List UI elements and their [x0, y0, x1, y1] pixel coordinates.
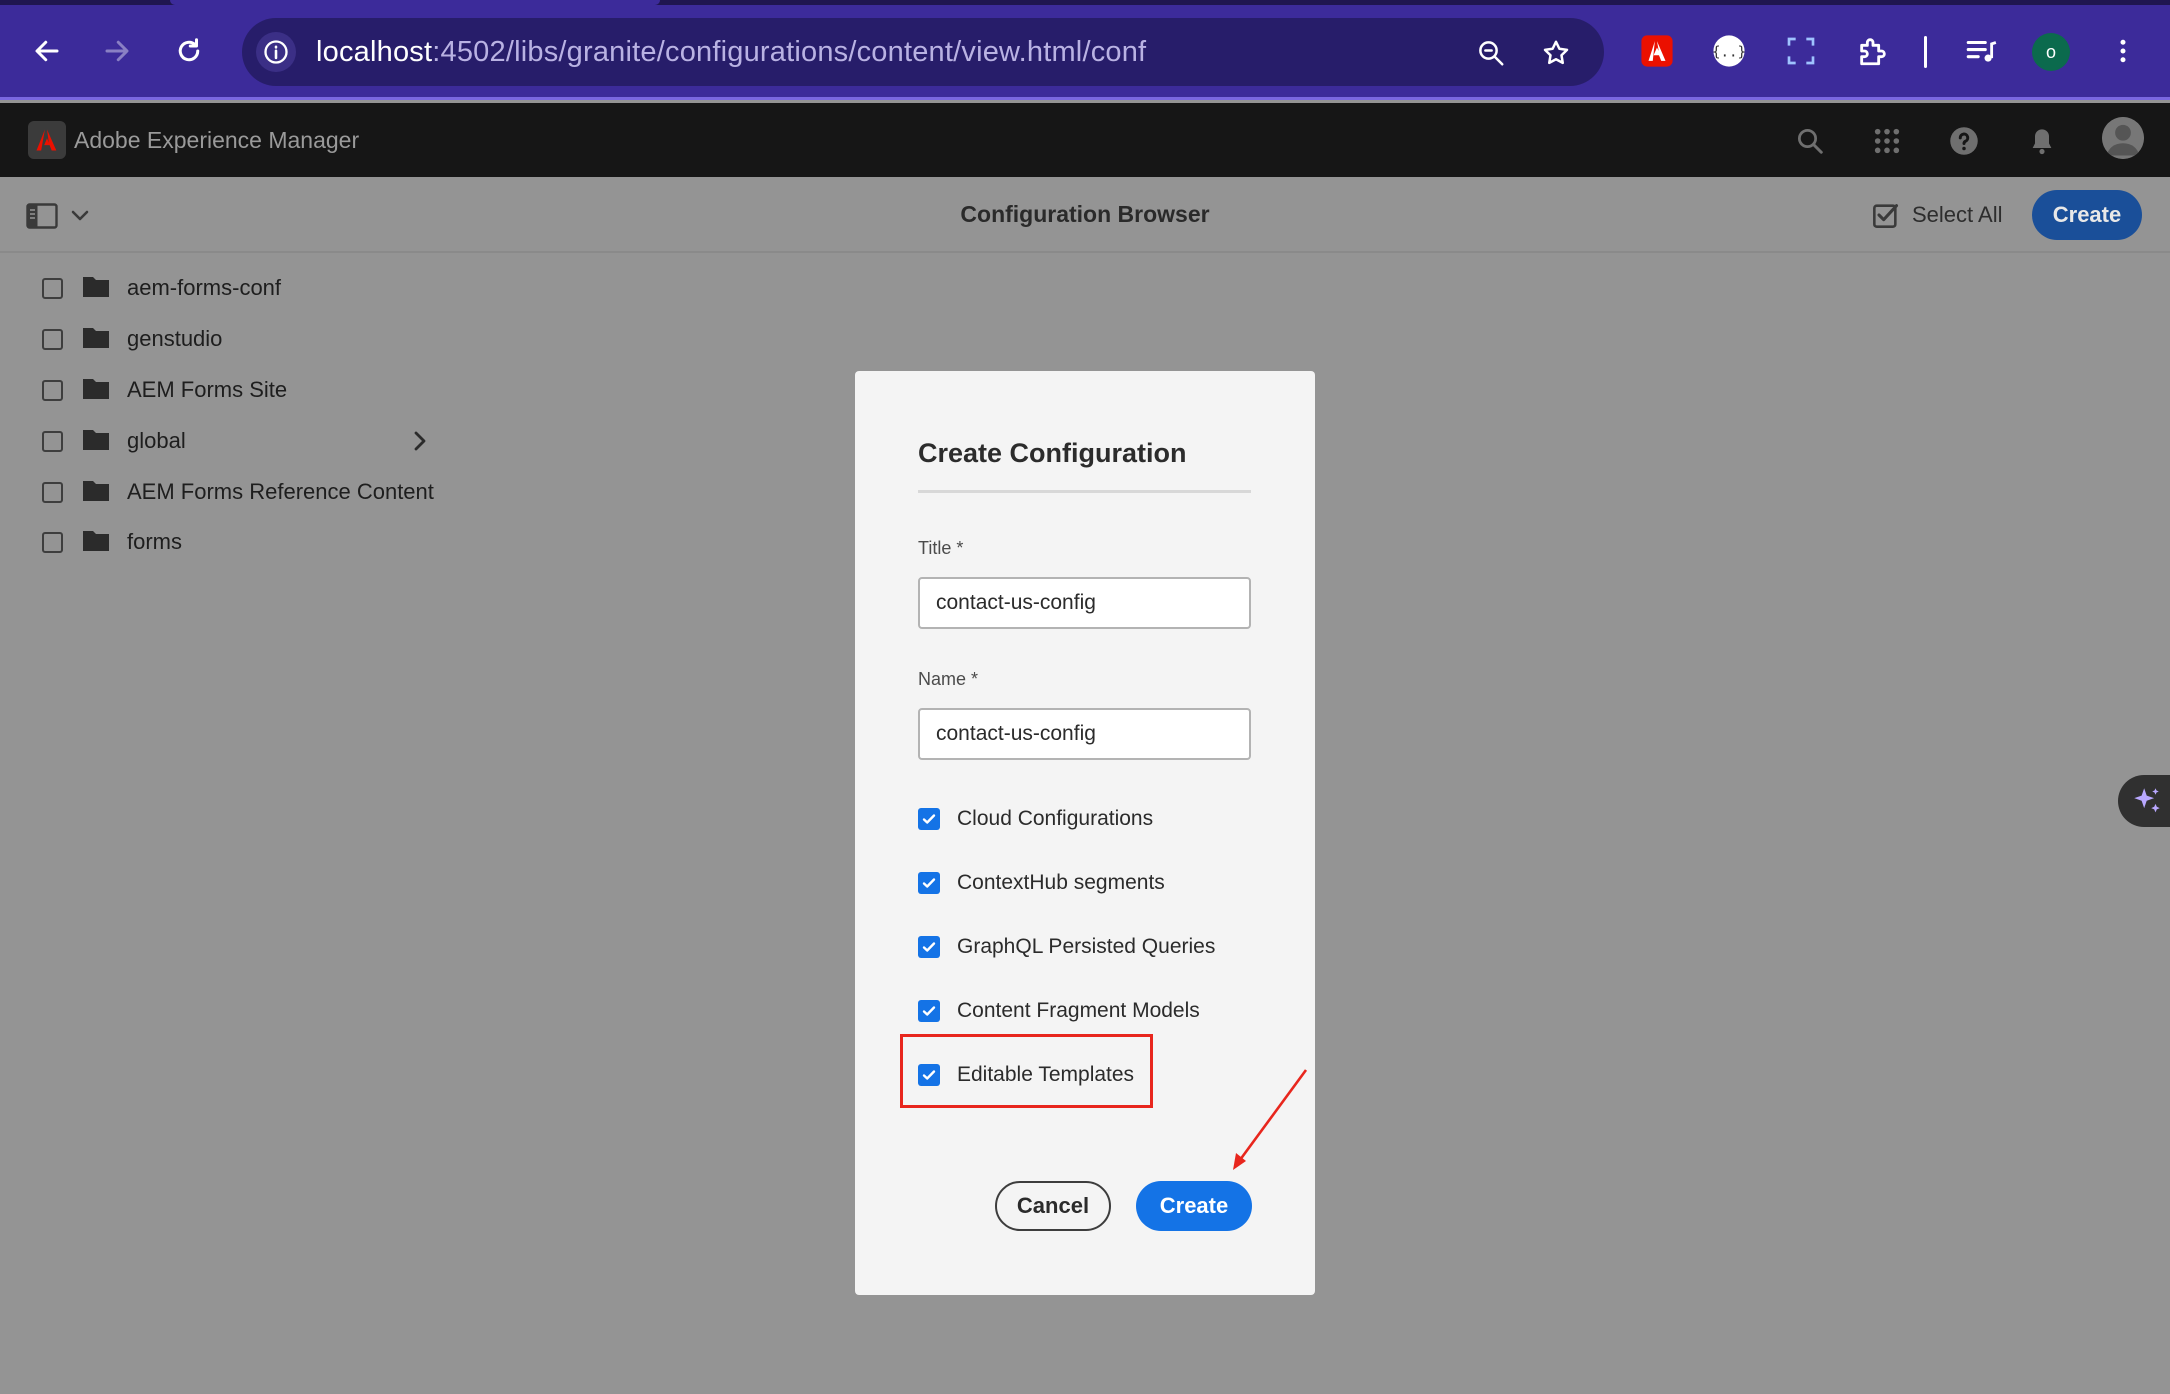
active-tab-edge[interactable]: [170, 0, 660, 5]
select-all-button[interactable]: Select All: [1872, 201, 2003, 229]
name-input[interactable]: [918, 708, 1251, 760]
forward-icon[interactable]: [92, 26, 142, 76]
list-item[interactable]: AEM Forms Reference Content: [0, 467, 460, 517]
list-item-label[interactable]: aem-forms-conf: [127, 275, 281, 301]
checkmark-icon: [922, 814, 936, 824]
help-icon[interactable]: [1944, 121, 1984, 161]
folder-icon: [83, 430, 109, 450]
folder-icon: [83, 531, 109, 551]
svg-text:{..}: {..}: [1712, 45, 1746, 61]
toolbar-create-button[interactable]: Create: [2032, 190, 2142, 240]
adobe-extension-icon[interactable]: [1636, 30, 1678, 72]
list-item-label[interactable]: AEM Forms Site: [127, 377, 287, 403]
reload-icon[interactable]: [164, 26, 214, 76]
annotation-highlight-box: [900, 1034, 1153, 1108]
option-checkbox[interactable]: ContextHub segments: [918, 863, 1165, 903]
ai-assistant-tab[interactable]: [2118, 775, 2170, 827]
search-icon[interactable]: [1790, 121, 1830, 161]
checkbox-checked[interactable]: [918, 1000, 940, 1022]
list-item[interactable]: AEM Forms Site: [0, 365, 460, 415]
info-icon[interactable]: [256, 32, 296, 72]
back-icon[interactable]: [22, 26, 72, 76]
toolbar-separator: [1924, 36, 1927, 68]
page-title: Configuration Browser: [960, 201, 1210, 227]
browser-toolbar: localhost:4502/libs/granite/configuratio…: [0, 0, 2170, 100]
profile-avatar[interactable]: o: [2032, 33, 2070, 71]
option-label[interactable]: ContextHub segments: [957, 871, 1165, 895]
list-item-label[interactable]: forms: [127, 529, 182, 555]
option-label[interactable]: GraphQL Persisted Queries: [957, 935, 1215, 959]
list-item-label[interactable]: genstudio: [127, 326, 222, 352]
row-checkbox[interactable]: [42, 278, 63, 299]
title-input[interactable]: [918, 577, 1251, 629]
create-button[interactable]: Create: [1136, 1181, 1252, 1231]
row-checkbox[interactable]: [42, 431, 63, 452]
row-checkbox[interactable]: [42, 380, 63, 401]
select-all-label: Select All: [1912, 202, 2003, 227]
list-item-label[interactable]: global: [127, 428, 186, 454]
star-icon[interactable]: [1535, 32, 1577, 74]
kebab-menu-icon[interactable]: [2102, 30, 2144, 72]
adobe-logo-icon[interactable]: [28, 121, 66, 159]
zoom-icon[interactable]: [1470, 32, 1512, 74]
sparkle-icon: [2134, 788, 2160, 813]
list-item-label[interactable]: AEM Forms Reference Content: [127, 479, 434, 505]
json-extension-icon[interactable]: {..}: [1708, 30, 1750, 72]
list-item[interactable]: global: [0, 416, 460, 466]
folder-icon: [83, 481, 109, 501]
checkmark-icon: [922, 1006, 936, 1016]
option-checkbox[interactable]: GraphQL Persisted Queries: [918, 927, 1215, 967]
product-title: Adobe Experience Manager: [74, 127, 360, 153]
folder-icon: [83, 277, 109, 297]
row-checkbox[interactable]: [42, 482, 63, 503]
checkbox-checked[interactable]: [918, 872, 940, 894]
checkmark-icon: [922, 878, 936, 888]
aem-global-header: Adobe Experience Manager: [0, 103, 2170, 177]
chevron-right-icon[interactable]: [410, 430, 430, 452]
user-avatar[interactable]: [2102, 117, 2144, 159]
row-checkbox[interactable]: [42, 532, 63, 553]
list-item[interactable]: forms: [0, 517, 460, 567]
url-path: :4502/libs/granite/configurations/conten…: [432, 36, 1147, 68]
option-checkbox[interactable]: Content Fragment Models: [918, 991, 1200, 1031]
cancel-button[interactable]: Cancel: [995, 1181, 1111, 1231]
folder-icon: [83, 328, 109, 348]
select-all-checkbox-icon: [1873, 204, 1899, 228]
solutions-grid-icon[interactable]: [1867, 121, 1907, 161]
media-control-icon[interactable]: [1960, 30, 2002, 72]
url-text[interactable]: localhost:4502/libs/granite/configuratio…: [316, 36, 1146, 69]
url-host: localhost: [316, 36, 433, 68]
checkmark-icon: [922, 942, 936, 952]
notifications-bell-icon[interactable]: [2022, 121, 2062, 161]
title-field-label: Title *: [918, 538, 964, 558]
list-item[interactable]: aem-forms-conf: [0, 263, 460, 313]
option-label[interactable]: Cloud Configurations: [957, 807, 1153, 831]
option-checkbox[interactable]: Cloud Configurations: [918, 799, 1153, 839]
name-field-label: Name *: [918, 669, 979, 689]
screenshot-extension-icon[interactable]: [1780, 30, 1822, 72]
dialog-divider: [918, 490, 1251, 493]
row-checkbox[interactable]: [42, 329, 63, 350]
checkbox-checked[interactable]: [918, 936, 940, 958]
checkbox-checked[interactable]: [918, 808, 940, 830]
annotation-arrow: [1233, 1069, 1308, 1170]
option-label[interactable]: Content Fragment Models: [957, 999, 1200, 1023]
dialog-title: Create Configuration: [918, 438, 1187, 468]
action-bar: Configuration Browser Select All Create: [0, 177, 2170, 253]
address-bar[interactable]: localhost:4502/libs/granite/configuratio…: [242, 18, 1604, 86]
list-item[interactable]: genstudio: [0, 314, 460, 364]
puzzle-extension-icon[interactable]: [1852, 30, 1894, 72]
folder-icon: [83, 379, 109, 399]
